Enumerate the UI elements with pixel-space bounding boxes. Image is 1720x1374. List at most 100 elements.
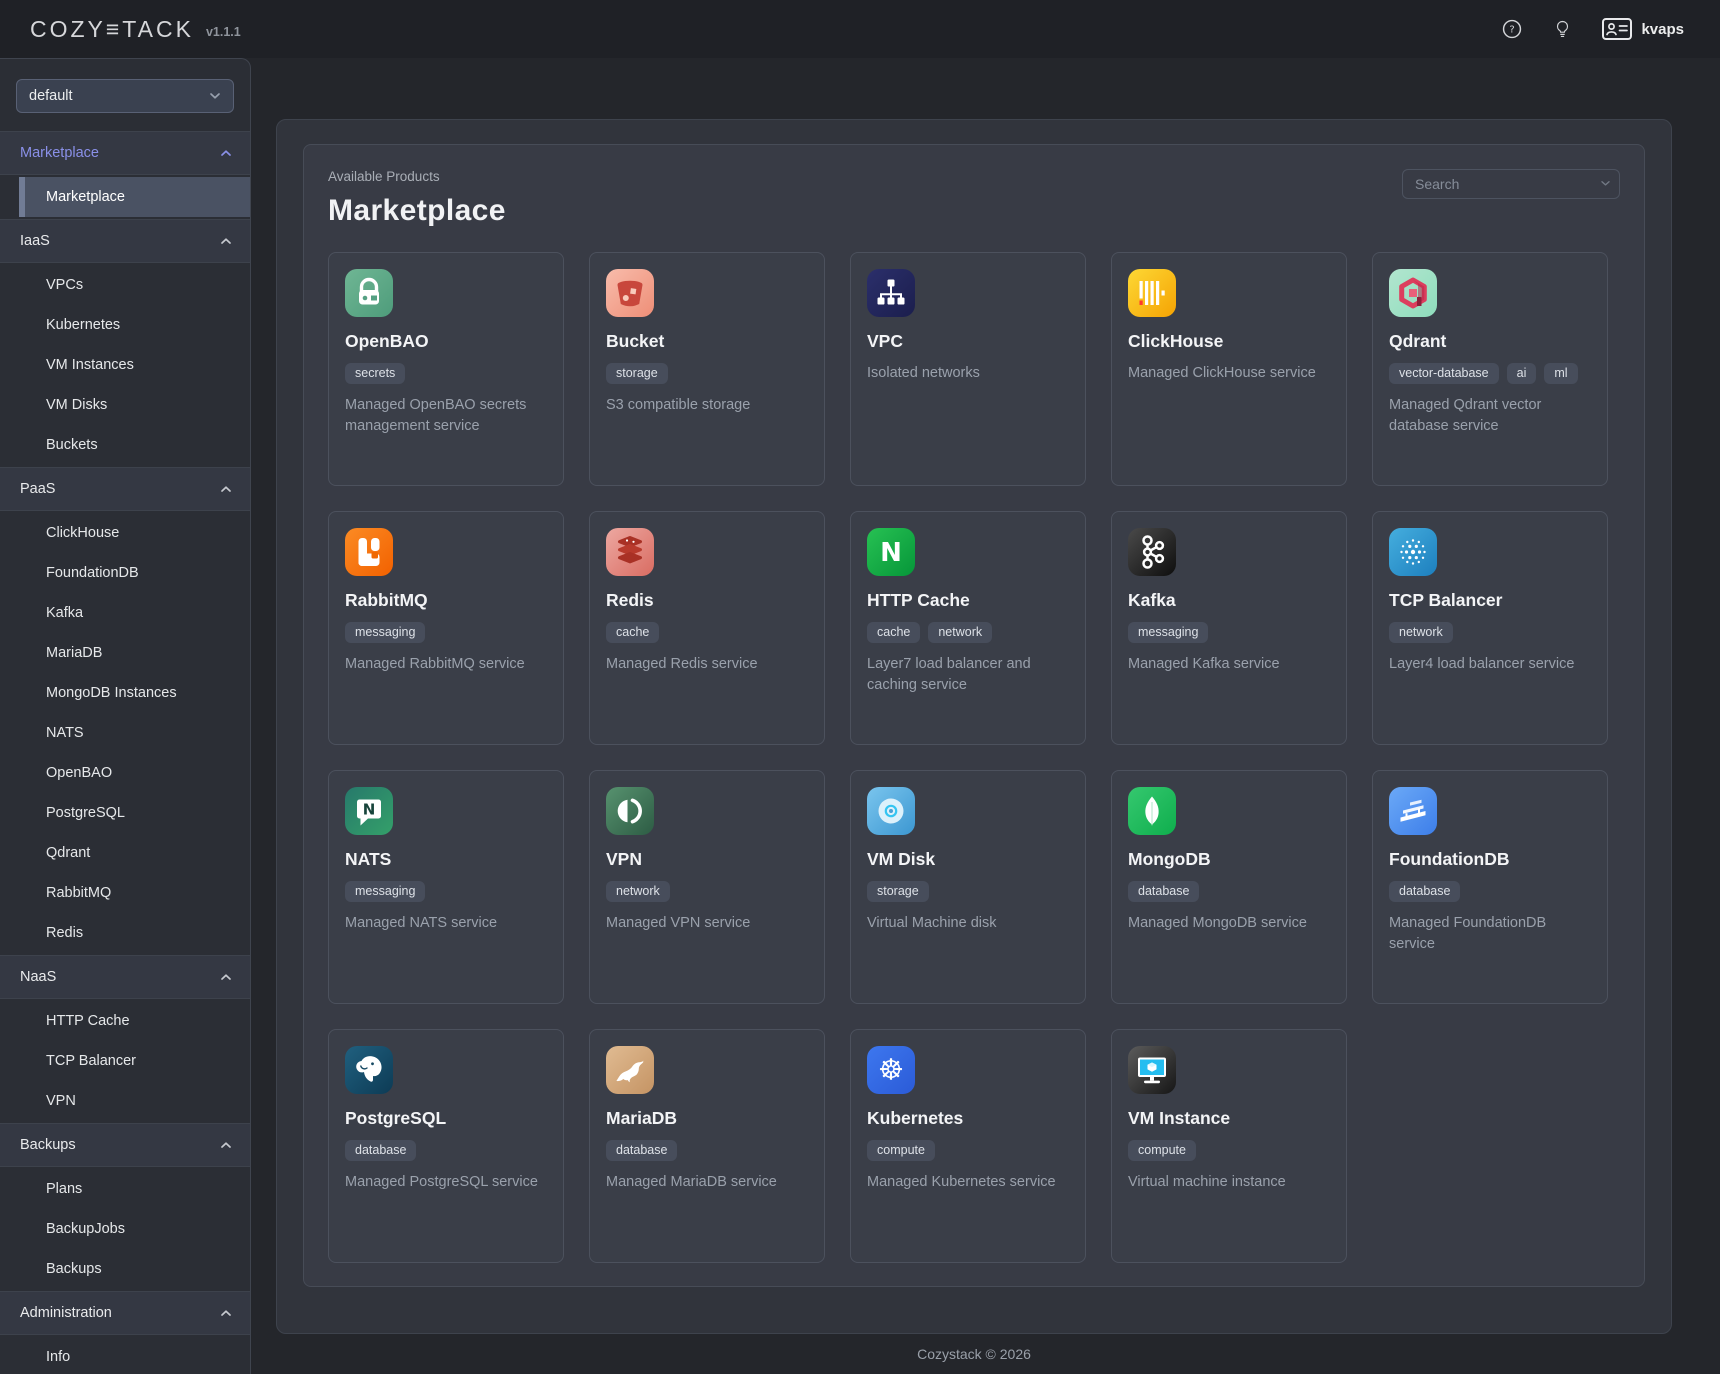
- product-description: Layer7 load balancer and caching service: [867, 654, 1069, 696]
- product-description: Managed PostgreSQL service: [345, 1172, 547, 1193]
- namespace-select[interactable]: default: [16, 79, 234, 113]
- sidebar-section-items: Marketplace: [0, 175, 250, 219]
- sidebar-item-vpn[interactable]: VPN: [0, 1081, 250, 1121]
- sidebar-section-administration[interactable]: Administration: [0, 1291, 250, 1335]
- breadcrumb: Available Products: [328, 169, 506, 184]
- sidebar-item-postgresql[interactable]: PostgreSQL: [0, 793, 250, 833]
- chevron-up-icon: [220, 1309, 232, 1317]
- product-card-foundationdb[interactable]: FoundationDB database Managed Foundation…: [1372, 770, 1608, 1004]
- top-bar: COZY≡TACK v1.1.1 ? kvaps: [0, 0, 1720, 58]
- product-tags: database: [606, 1140, 808, 1161]
- postgresql-elephant-icon: [345, 1046, 393, 1094]
- sidebar-section-items: VPCsKubernetesVM InstancesVM DisksBucket…: [0, 263, 250, 467]
- product-card-mariadb[interactable]: MariaDB database Managed MariaDB service: [589, 1029, 825, 1263]
- sidebar-item-openbao[interactable]: OpenBAO: [0, 753, 250, 793]
- sidebar-item-buckets[interactable]: Buckets: [0, 425, 250, 465]
- sidebar-item-http-cache[interactable]: HTTP Cache: [0, 1001, 250, 1041]
- user-menu[interactable]: kvaps: [1602, 18, 1684, 40]
- product-card-vpc[interactable]: VPC Isolated networks: [850, 252, 1086, 486]
- content-panel: Available Products Marketplace OpenBAO s…: [276, 119, 1672, 1334]
- foundationdb-structure-icon: [1389, 787, 1437, 835]
- sidebar-section-label: Marketplace: [20, 145, 99, 161]
- sidebar-item-mariadb[interactable]: MariaDB: [0, 633, 250, 673]
- product-card-clickhouse[interactable]: ClickHouse Managed ClickHouse service: [1111, 252, 1347, 486]
- product-card-bucket[interactable]: Bucket storage S3 compatible storage: [589, 252, 825, 486]
- sidebar-section-marketplace[interactable]: Marketplace: [0, 131, 250, 175]
- disk-icon: [867, 787, 915, 835]
- nats-bubble-icon: [345, 787, 393, 835]
- rabbit-icon: [345, 528, 393, 576]
- sidebar-section-naas[interactable]: NaaS: [0, 955, 250, 999]
- sidebar-section-iaas[interactable]: IaaS: [0, 219, 250, 263]
- chevron-down-icon: [209, 92, 221, 100]
- sidebar-item-mongodb-instances[interactable]: MongoDB Instances: [0, 673, 250, 713]
- sidebar-section-label: IaaS: [20, 233, 50, 249]
- sidebar-item-redis[interactable]: Redis: [0, 913, 250, 953]
- product-description: Managed MariaDB service: [606, 1172, 808, 1193]
- product-description: Virtual Machine disk: [867, 913, 1069, 934]
- product-card-tcp-balancer[interactable]: TCP Balancer network Layer4 load balance…: [1372, 511, 1608, 745]
- product-card-vm-disk[interactable]: VM Disk storage Virtual Machine disk: [850, 770, 1086, 1004]
- product-description: Managed RabbitMQ service: [345, 654, 547, 675]
- product-card-mongodb[interactable]: MongoDB database Managed MongoDB service: [1111, 770, 1347, 1004]
- product-tags: database: [1389, 881, 1591, 902]
- sidebar-section-backups[interactable]: Backups: [0, 1123, 250, 1167]
- sidebar-section-items: HTTP CacheTCP BalancerVPN: [0, 999, 250, 1123]
- chevron-down-icon: [1600, 180, 1611, 187]
- sidebar-item-clickhouse[interactable]: ClickHouse: [0, 513, 250, 553]
- sidebar-item-foundationdb[interactable]: FoundationDB: [0, 553, 250, 593]
- product-title: TCP Balancer: [1389, 590, 1591, 611]
- sidebar-section: PaaS ClickHouseFoundationDBKafkaMariaDBM…: [0, 467, 250, 955]
- product-card-kubernetes[interactable]: Kubernetes compute Managed Kubernetes se…: [850, 1029, 1086, 1263]
- sidebar: default Marketplace Marketplace IaaS VPC…: [0, 58, 251, 1374]
- product-tag: cache: [606, 622, 659, 643]
- product-card-vm-instance[interactable]: VM Instance compute Virtual machine inst…: [1111, 1029, 1347, 1263]
- sidebar-item-info[interactable]: Info: [0, 1337, 250, 1374]
- sidebar-item-qdrant[interactable]: Qdrant: [0, 833, 250, 873]
- help-icon[interactable]: ?: [1501, 18, 1523, 40]
- product-card-openbao[interactable]: OpenBAO secrets Managed OpenBAO secrets …: [328, 252, 564, 486]
- chevron-up-icon: [220, 149, 232, 157]
- product-card-postgresql[interactable]: PostgreSQL database Managed PostgreSQL s…: [328, 1029, 564, 1263]
- sidebar-item-plans[interactable]: Plans: [0, 1169, 250, 1209]
- footer-text: Cozystack © 2026: [276, 1334, 1672, 1374]
- sidebar-section-paas[interactable]: PaaS: [0, 467, 250, 511]
- sidebar-item-vm-disks[interactable]: VM Disks: [0, 385, 250, 425]
- sidebar-item-vpcs[interactable]: VPCs: [0, 265, 250, 305]
- product-card-rabbitmq[interactable]: RabbitMQ messaging Managed RabbitMQ serv…: [328, 511, 564, 745]
- product-tags: messaging: [345, 622, 547, 643]
- product-title: VPC: [867, 331, 1069, 352]
- sidebar-item-rabbitmq[interactable]: RabbitMQ: [0, 873, 250, 913]
- kubernetes-wheel-icon: [867, 1046, 915, 1094]
- product-card-http-cache[interactable]: HTTP Cache cachenetwork Layer7 load bala…: [850, 511, 1086, 745]
- product-tag: compute: [1128, 1140, 1196, 1161]
- product-title: VPN: [606, 849, 808, 870]
- sidebar-item-tcp-balancer[interactable]: TCP Balancer: [0, 1041, 250, 1081]
- sidebar-item-kafka[interactable]: Kafka: [0, 593, 250, 633]
- product-card-vpn[interactable]: VPN network Managed VPN service: [589, 770, 825, 1004]
- product-card-nats[interactable]: NATS messaging Managed NATS service: [328, 770, 564, 1004]
- sidebar-item-backups[interactable]: Backups: [0, 1249, 250, 1289]
- product-card-redis[interactable]: Redis cache Managed Redis service: [589, 511, 825, 745]
- product-tags: database: [1128, 881, 1330, 902]
- svg-text:?: ?: [1510, 25, 1515, 36]
- sidebar-item-backupjobs[interactable]: BackupJobs: [0, 1209, 250, 1249]
- lightbulb-icon[interactable]: [1553, 18, 1572, 40]
- sidebar-section: Backups PlansBackupJobsBackups: [0, 1123, 250, 1291]
- product-tags: vector-databaseaiml: [1389, 363, 1591, 384]
- product-tag: database: [606, 1140, 677, 1161]
- sidebar-section: Marketplace Marketplace: [0, 131, 250, 219]
- product-title: Kafka: [1128, 590, 1330, 611]
- sidebar-item-kubernetes[interactable]: Kubernetes: [0, 305, 250, 345]
- sidebar-item-marketplace[interactable]: Marketplace: [19, 177, 250, 217]
- sidebar-item-vm-instances[interactable]: VM Instances: [0, 345, 250, 385]
- product-card-kafka[interactable]: Kafka messaging Managed Kafka service: [1111, 511, 1347, 745]
- product-description: Managed Kubernetes service: [867, 1172, 1069, 1193]
- search-input[interactable]: [1402, 169, 1620, 199]
- nginx-n-icon: [867, 528, 915, 576]
- sidebar-section-label: NaaS: [20, 969, 56, 985]
- product-card-qdrant[interactable]: Qdrant vector-databaseaiml Managed Qdran…: [1372, 252, 1608, 486]
- product-tags: network: [606, 881, 808, 902]
- sidebar-item-nats[interactable]: NATS: [0, 713, 250, 753]
- page-title: Marketplace: [328, 194, 506, 228]
